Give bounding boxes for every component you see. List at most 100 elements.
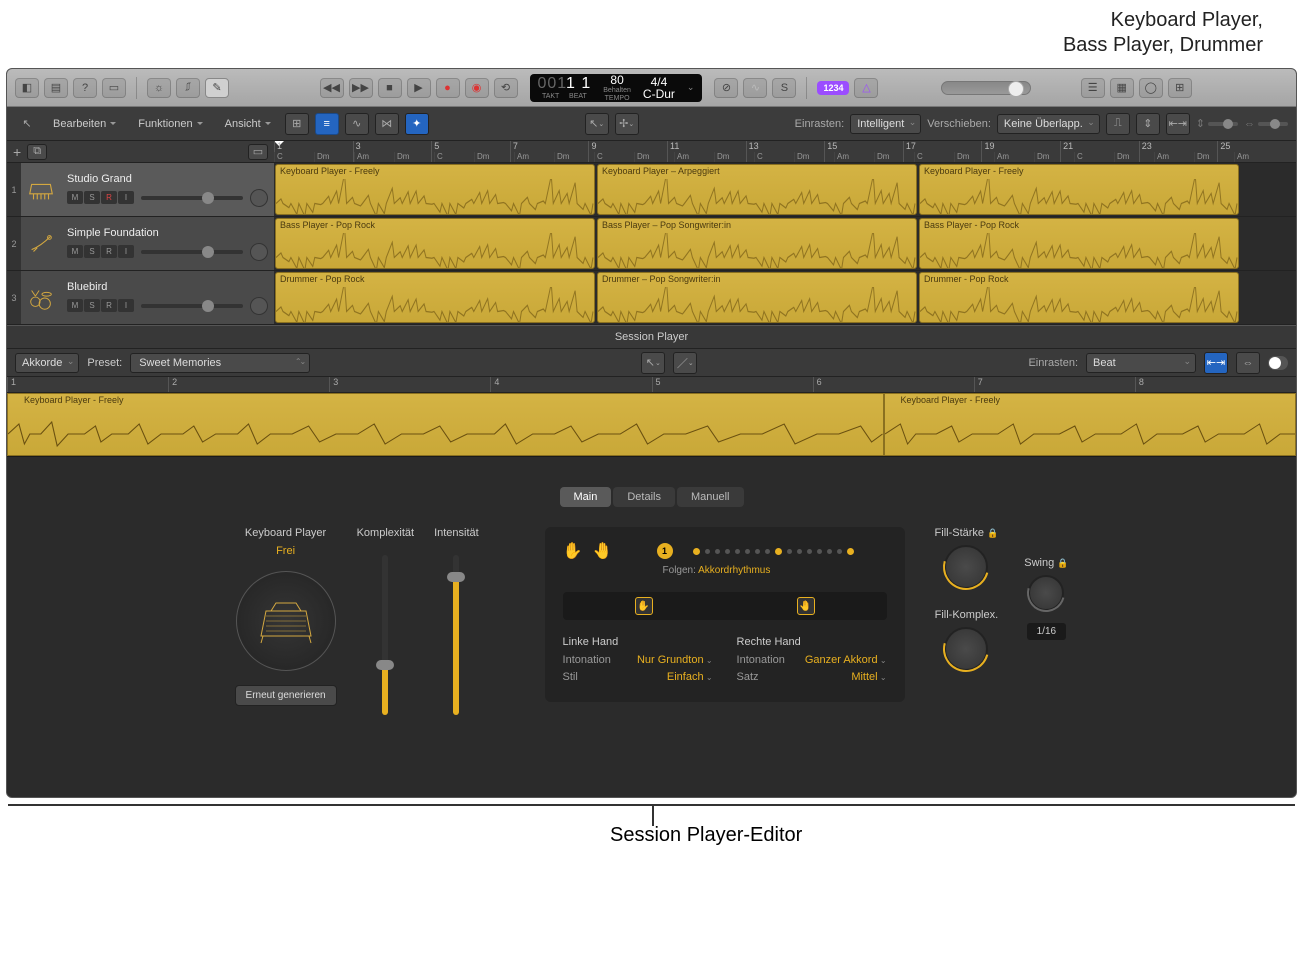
chords-button[interactable]: Akkorde bbox=[15, 353, 79, 373]
timeline-area[interactable]: 135791113151719212325CDmAmDmCDmAmDmCDmAm… bbox=[274, 141, 1296, 325]
grid-icon[interactable]: ⊞ bbox=[285, 113, 309, 135]
region[interactable]: Drummer – Pop Songwriter:in bbox=[597, 272, 917, 323]
input-monitor-button[interactable]: I bbox=[118, 191, 134, 204]
tuner-icon[interactable]: ⊘ bbox=[714, 78, 738, 98]
editor-region[interactable]: Keyboard Player - Freely bbox=[7, 393, 884, 456]
waveform-zoom-icon[interactable]: ⎍ bbox=[1106, 113, 1130, 135]
metronome-icon[interactable]: △ bbox=[854, 78, 878, 98]
hand-timing-strip[interactable]: ✋ 🤚 bbox=[563, 592, 887, 620]
tab-details[interactable]: Details bbox=[613, 487, 675, 507]
play-icon[interactable]: ▶ bbox=[407, 78, 431, 98]
tab-manual[interactable]: Manuell bbox=[677, 487, 744, 507]
timeline-ruler[interactable]: 135791113151719212325CDmAmDmCDmAmDmCDmAm… bbox=[274, 141, 1296, 163]
list-view-icon[interactable]: ☰ bbox=[1081, 78, 1105, 98]
right-phrase-select[interactable]: Mittel bbox=[851, 671, 886, 683]
brightness-icon[interactable]: ☼ bbox=[147, 78, 171, 98]
region[interactable]: Drummer - Pop Rock bbox=[919, 272, 1239, 323]
fill-complex-knob[interactable] bbox=[944, 627, 988, 671]
functions-menu[interactable]: Funktionen bbox=[130, 114, 210, 134]
notes-icon[interactable]: ▦ bbox=[1110, 78, 1134, 98]
zoom-fit-icon[interactable]: ⇔ bbox=[1236, 352, 1260, 374]
pointer-tool-icon[interactable]: ↖⌄ bbox=[585, 113, 609, 135]
track-header[interactable]: 3 Bluebird M S R I bbox=[7, 271, 274, 325]
preset-select[interactable]: Sweet Memories bbox=[130, 353, 310, 373]
lock-icon[interactable]: 🔒 bbox=[1057, 558, 1068, 568]
mute-button[interactable]: M bbox=[67, 299, 83, 312]
snap-select[interactable]: Intelligent bbox=[850, 114, 921, 134]
record-enable-button[interactable]: R bbox=[101, 191, 117, 204]
track-lane[interactable]: Keyboard Player - FreelyKeyboard Player … bbox=[274, 163, 1296, 217]
right-intonation-select[interactable]: Ganzer Akkord bbox=[805, 654, 887, 666]
tab-main[interactable]: Main bbox=[560, 487, 612, 507]
right-hand-icon[interactable]: 🤚 bbox=[593, 541, 613, 561]
editor-ruler[interactable]: 12345678 bbox=[7, 377, 1296, 393]
link-icon[interactable]: ⇤⇥ bbox=[1204, 352, 1228, 374]
sync-icon[interactable]: S bbox=[772, 78, 796, 98]
solo-button[interactable]: S bbox=[84, 299, 100, 312]
follow-value[interactable]: Akkordrhythmus bbox=[698, 565, 770, 576]
left-style-select[interactable]: Einfach bbox=[667, 671, 713, 683]
intensity-slider[interactable] bbox=[453, 555, 459, 715]
complexity-slider[interactable] bbox=[382, 555, 388, 715]
cycle-icon[interactable]: ◉ bbox=[465, 78, 489, 98]
region[interactable]: Bass Player - Pop Rock bbox=[275, 218, 595, 269]
lcd-display[interactable]: 0011 1TAKT BEAT 80BehaltenTEMPO 4/4C-Dur… bbox=[530, 74, 703, 102]
mute-button[interactable]: M bbox=[67, 191, 83, 204]
player-style-label[interactable]: Frei bbox=[276, 545, 295, 557]
pan-knob[interactable] bbox=[250, 189, 268, 207]
pan-knob[interactable] bbox=[250, 297, 268, 315]
left-intonation-select[interactable]: Nur Grundton bbox=[637, 654, 713, 666]
record-icon[interactable]: ● bbox=[436, 78, 460, 98]
editor-snap-select[interactable]: Beat bbox=[1086, 353, 1196, 373]
region[interactable]: Keyboard Player - Freely bbox=[275, 164, 595, 215]
help-icon[interactable]: ? bbox=[73, 78, 97, 98]
input-monitor-button[interactable]: I bbox=[118, 299, 134, 312]
region[interactable]: Bass Player - Pop Rock bbox=[919, 218, 1239, 269]
list-icon[interactable]: ≡ bbox=[315, 113, 339, 135]
left-hand-icon[interactable]: ✋ bbox=[563, 541, 583, 561]
editor-region[interactable]: Keyboard Player - Freely bbox=[884, 393, 1296, 456]
edit-menu[interactable]: Bearbeiten bbox=[45, 114, 124, 134]
volume-slider[interactable] bbox=[141, 196, 243, 200]
solo-button[interactable]: S bbox=[84, 191, 100, 204]
swing-knob[interactable] bbox=[1028, 575, 1064, 611]
record-enable-button[interactable]: R bbox=[101, 299, 117, 312]
solo-button[interactable]: S bbox=[84, 245, 100, 258]
region[interactable]: Drummer - Pop Rock bbox=[275, 272, 595, 323]
track-lane[interactable]: Drummer - Pop RockDrummer – Pop Songwrit… bbox=[274, 271, 1296, 325]
mixer-icon[interactable]: ⎎ bbox=[176, 78, 200, 98]
beat-pattern[interactable] bbox=[693, 548, 854, 555]
forward-icon[interactable]: ▶▶ bbox=[349, 78, 373, 98]
automation-icon[interactable]: ∿ bbox=[345, 113, 369, 135]
right-hand-strip-icon[interactable]: 🤚 bbox=[797, 597, 815, 615]
track-header[interactable]: 2 Simple Foundation M S R I bbox=[7, 217, 274, 271]
left-hand-strip-icon[interactable]: ✋ bbox=[635, 597, 653, 615]
region[interactable]: Bass Player – Pop Songwriter:in bbox=[597, 218, 917, 269]
flex-icon[interactable]: ⋈ bbox=[375, 113, 399, 135]
rewind-icon[interactable]: ◀◀ bbox=[320, 78, 344, 98]
player-avatar[interactable] bbox=[236, 571, 336, 671]
toolbar-icon[interactable]: ▭ bbox=[102, 78, 126, 98]
vzoom-icon[interactable]: ⇕ bbox=[1136, 113, 1160, 135]
count-in-badge[interactable]: 1234 bbox=[817, 81, 849, 95]
solo-icon[interactable]: ∿ bbox=[743, 78, 767, 98]
track-header[interactable]: 1 Studio Grand M S R I bbox=[7, 163, 274, 217]
record-enable-button[interactable]: R bbox=[101, 245, 117, 258]
hzoom-fit-icon[interactable]: ⇤⇥ bbox=[1166, 113, 1190, 135]
editor-region-lane[interactable]: Keyboard Player - Freely Keyboard Player… bbox=[7, 393, 1296, 457]
ai-icon[interactable]: ✦ bbox=[405, 113, 429, 135]
add-track-button[interactable]: + bbox=[13, 144, 21, 160]
mute-button[interactable]: M bbox=[67, 245, 83, 258]
follow-toggle[interactable] bbox=[1268, 356, 1288, 370]
region[interactable]: Keyboard Player – Arpeggiert bbox=[597, 164, 917, 215]
browser-icon[interactable]: ⊞ bbox=[1168, 78, 1192, 98]
back-icon[interactable]: ↖ bbox=[15, 113, 39, 135]
volume-slider[interactable] bbox=[141, 304, 243, 308]
library-icon[interactable]: ◧ bbox=[15, 78, 39, 98]
pencil-tool-icon[interactable]: ／⌄ bbox=[673, 352, 697, 374]
fill-strength-knob[interactable] bbox=[944, 545, 988, 589]
pan-knob[interactable] bbox=[250, 243, 268, 261]
lock-icon[interactable]: 🔒 bbox=[987, 528, 998, 538]
track-header-config-icon[interactable]: ▭ bbox=[248, 144, 268, 160]
replace-icon[interactable]: ⟲ bbox=[494, 78, 518, 98]
